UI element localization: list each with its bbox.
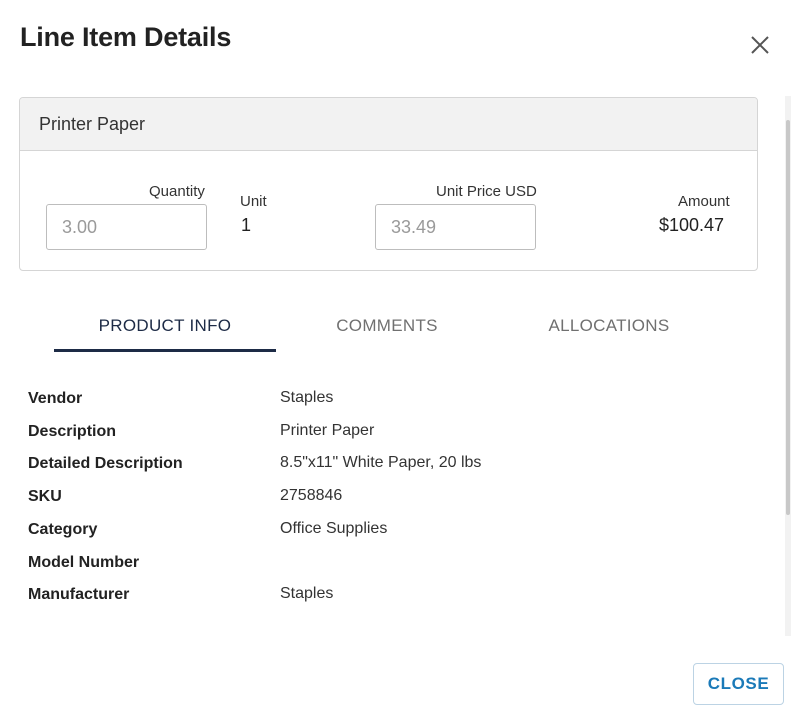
quantity-label: Quantity (149, 183, 205, 200)
close-button[interactable]: CLOSE (693, 663, 784, 705)
tab-comments[interactable]: COMMENTS (276, 300, 498, 352)
info-row-sku: SKU 2758846 (28, 484, 728, 514)
info-row-description: Description Printer Paper (28, 419, 728, 449)
info-value: Office Supplies (280, 520, 388, 537)
close-icon[interactable] (745, 30, 775, 60)
scrollbar-thumb[interactable] (786, 120, 790, 515)
info-value: 8.5"x11" White Paper, 20 lbs (280, 454, 482, 471)
item-name: Printer Paper (20, 98, 757, 151)
unit-label: Unit (240, 193, 267, 210)
info-value: Staples (280, 585, 334, 602)
info-row-model-number: Model Number (28, 550, 728, 580)
info-label: Category (28, 521, 98, 538)
quantity-field[interactable] (46, 204, 207, 250)
info-label: Description (28, 423, 117, 440)
tab-bar: PRODUCT INFO COMMENTS ALLOCATIONS (54, 300, 720, 352)
info-value: Staples (280, 389, 334, 406)
info-label: SKU (28, 488, 62, 505)
info-label: Model Number (28, 554, 140, 571)
info-row-vendor: Vendor Staples (28, 386, 728, 416)
info-label: Detailed Description (28, 455, 183, 472)
amount-label: Amount (678, 193, 730, 210)
unit-price-label: Unit Price USD (436, 183, 537, 200)
info-value: Printer Paper (280, 422, 375, 439)
tab-allocations[interactable]: ALLOCATIONS (498, 300, 720, 352)
unit-price-field[interactable] (375, 204, 536, 250)
tab-product-info[interactable]: PRODUCT INFO (54, 300, 276, 352)
info-label: Vendor (28, 390, 83, 407)
info-label: Manufacturer (28, 586, 130, 603)
unit-value: 1 (241, 215, 252, 235)
dialog-title: Line Item Details (20, 22, 232, 52)
info-value: 2758846 (280, 487, 343, 504)
info-row-category: Category Office Supplies (28, 517, 728, 547)
info-row-manufacturer: Manufacturer Staples (28, 582, 728, 612)
info-row-detailed-description: Detailed Description 8.5"x11" White Pape… (28, 451, 728, 481)
amount-value: $100.47 (659, 215, 725, 235)
